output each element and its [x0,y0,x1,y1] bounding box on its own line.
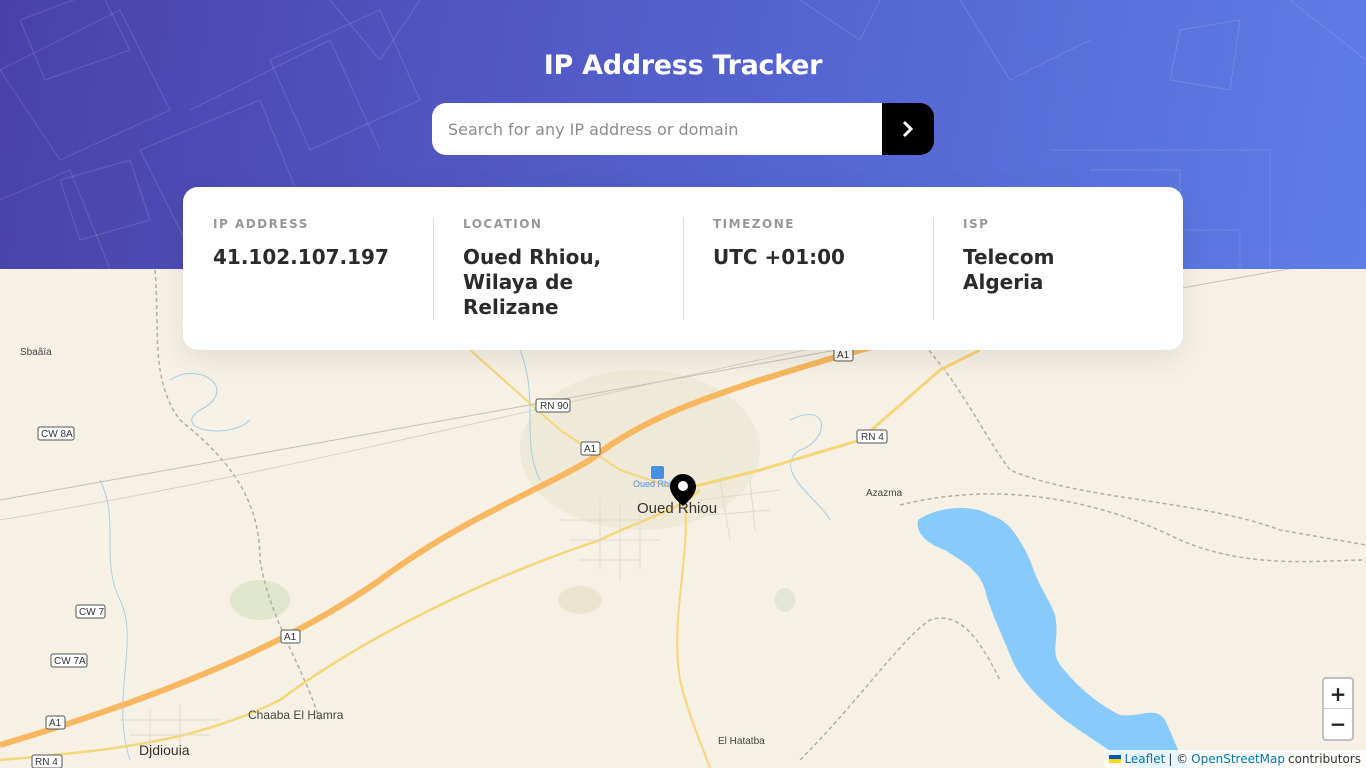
svg-text:A1: A1 [284,632,297,643]
map-label-station: Oued Rhi [633,479,672,489]
timezone-section: TIMEZONE UTC +01:00 [683,217,933,320]
ip-address-value: 41.102.107.197 [213,245,389,269]
location-marker-icon[interactable] [670,474,696,506]
svg-text:RN 4: RN 4 [35,757,58,768]
ip-address-label: IP ADDRESS [213,217,309,231]
map-label-azazma: Azazma [866,488,903,499]
page-title: IP Address Tracker [543,50,823,81]
location-value: Oued Rhiou, Wilaya de Relizane [463,245,602,319]
attribution-contributors: contributors [1288,752,1361,766]
timezone-value: UTC +01:00 [713,245,845,269]
svg-text:CW 7A: CW 7A [54,656,86,667]
ip-info-card: IP ADDRESS 41.102.107.197 LOCATION Oued … [183,187,1183,350]
isp-value: Telecom Algeria [963,245,1055,294]
chevron-right-icon [902,120,914,138]
ip-address-section: IP ADDRESS 41.102.107.197 [183,217,433,320]
map-label-sbaaia: Sbaâïa [20,347,52,358]
svg-text:A1: A1 [837,350,850,361]
zoom-in-button[interactable]: + [1324,679,1352,709]
isp-section: ISP Telecom Algeria [933,217,1183,320]
location-section: LOCATION Oued Rhiou, Wilaya de Relizane [433,217,683,320]
isp-label: ISP [963,217,990,231]
search-bar [432,103,934,155]
zoom-out-button[interactable]: − [1324,709,1352,739]
openstreetmap-link[interactable]: OpenStreetMap [1191,752,1285,766]
ukraine-flag-icon [1109,755,1122,763]
map-attribution: Leaflet | © OpenStreetMap contributors [1104,750,1366,768]
map-label-chaaba-el-hamra: Chaaba El Hamra [248,708,344,722]
map-label-el-hatatba: El Hatatba [718,736,765,747]
timezone-label: TIMEZONE [713,217,795,231]
svg-text:A1: A1 [49,718,62,729]
search-submit-button[interactable] [882,103,934,155]
attribution-separator: | © [1168,752,1189,766]
leaflet-link[interactable]: Leaflet [1124,752,1165,766]
map-zoom-control: + − [1322,677,1354,741]
location-label: LOCATION [463,217,543,231]
svg-text:CW 8A: CW 8A [41,429,73,440]
map-label-djdiouia: Djdiouia [139,742,190,758]
search-input[interactable] [432,103,882,155]
svg-text:A1: A1 [584,444,597,455]
svg-text:RN 4: RN 4 [861,432,884,443]
svg-text:RN 90: RN 90 [540,401,569,412]
svg-text:CW 7: CW 7 [79,607,104,618]
